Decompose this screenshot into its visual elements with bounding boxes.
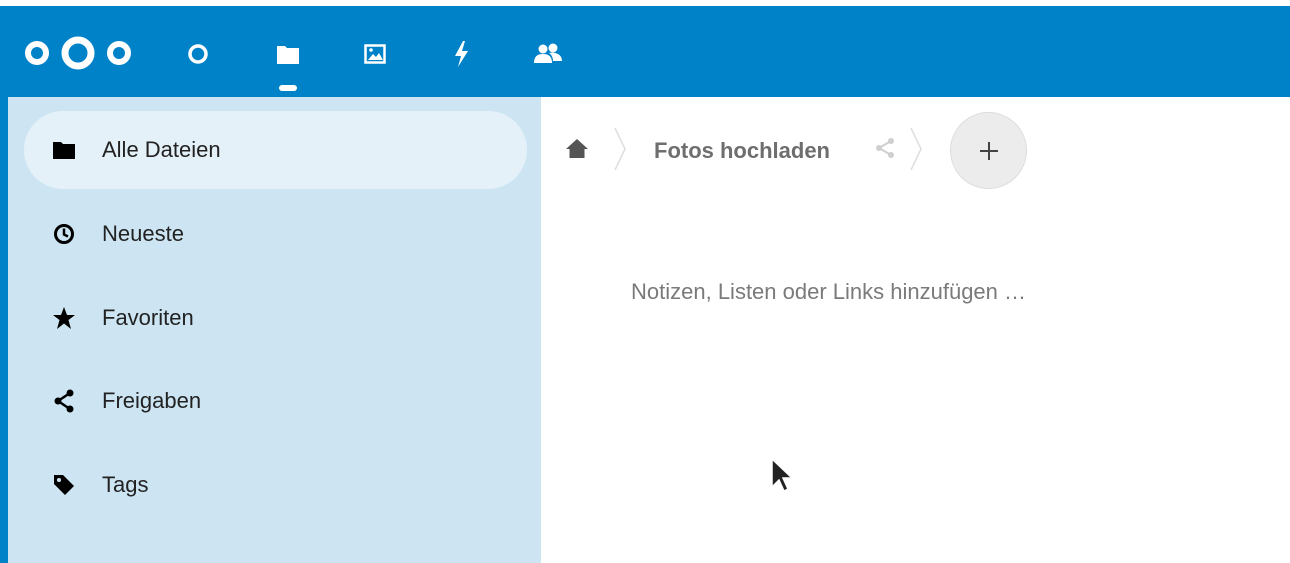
mouse-cursor-icon [771, 457, 794, 493]
share-icon[interactable] [873, 137, 897, 159]
nav-item-label: Freigaben [102, 388, 202, 413]
folder-icon [277, 46, 299, 64]
activity-app-button[interactable] [441, 34, 481, 74]
app-header [0, 6, 1290, 97]
active-app-indicator [279, 85, 297, 91]
breadcrumb-separator [614, 127, 626, 171]
files-app-button[interactable] [268, 34, 308, 74]
image-icon [364, 44, 386, 64]
nav-item-recent[interactable]: Neueste [24, 195, 527, 273]
nextcloud-logo-icon[interactable] [24, 36, 132, 70]
home-icon[interactable] [565, 137, 589, 159]
nav-item-shares[interactable]: Freigaben [24, 362, 527, 440]
nav-item-tags[interactable]: Tags [24, 446, 527, 524]
breadcrumb-folder[interactable]: Fotos hochladen [654, 138, 830, 164]
tag-icon [52, 473, 76, 497]
circle-icon [188, 44, 208, 64]
nav-item-all-files[interactable]: Alle Dateien [24, 111, 527, 189]
users-icon [534, 43, 562, 63]
dashboard-app-button[interactable] [178, 34, 218, 74]
clock-icon [52, 222, 76, 246]
nav-item-label: Tags [102, 472, 149, 497]
breadcrumb-separator [910, 127, 922, 171]
files-content: Fotos hochladen Notizen, Listen oder Lin… [541, 97, 1290, 563]
folder-icon [52, 138, 76, 162]
share-icon [52, 389, 76, 413]
files-navigation: Alle Dateien Neueste Favoriten Freigaben… [0, 97, 541, 563]
photos-app-button[interactable] [355, 34, 395, 74]
plus-icon [979, 141, 998, 160]
notes-field[interactable]: Notizen, Listen oder Links hinzufügen … [631, 279, 1026, 305]
nav-item-label: Neueste [102, 221, 184, 246]
nav-item-favorites[interactable]: Favoriten [24, 279, 527, 357]
lightning-icon [455, 41, 468, 67]
nav-item-label: Alle Dateien [102, 137, 221, 162]
nav-item-label: Favoriten [102, 305, 194, 330]
new-item-button[interactable] [950, 112, 1027, 189]
contacts-app-button[interactable] [528, 34, 568, 74]
star-icon [52, 306, 76, 330]
